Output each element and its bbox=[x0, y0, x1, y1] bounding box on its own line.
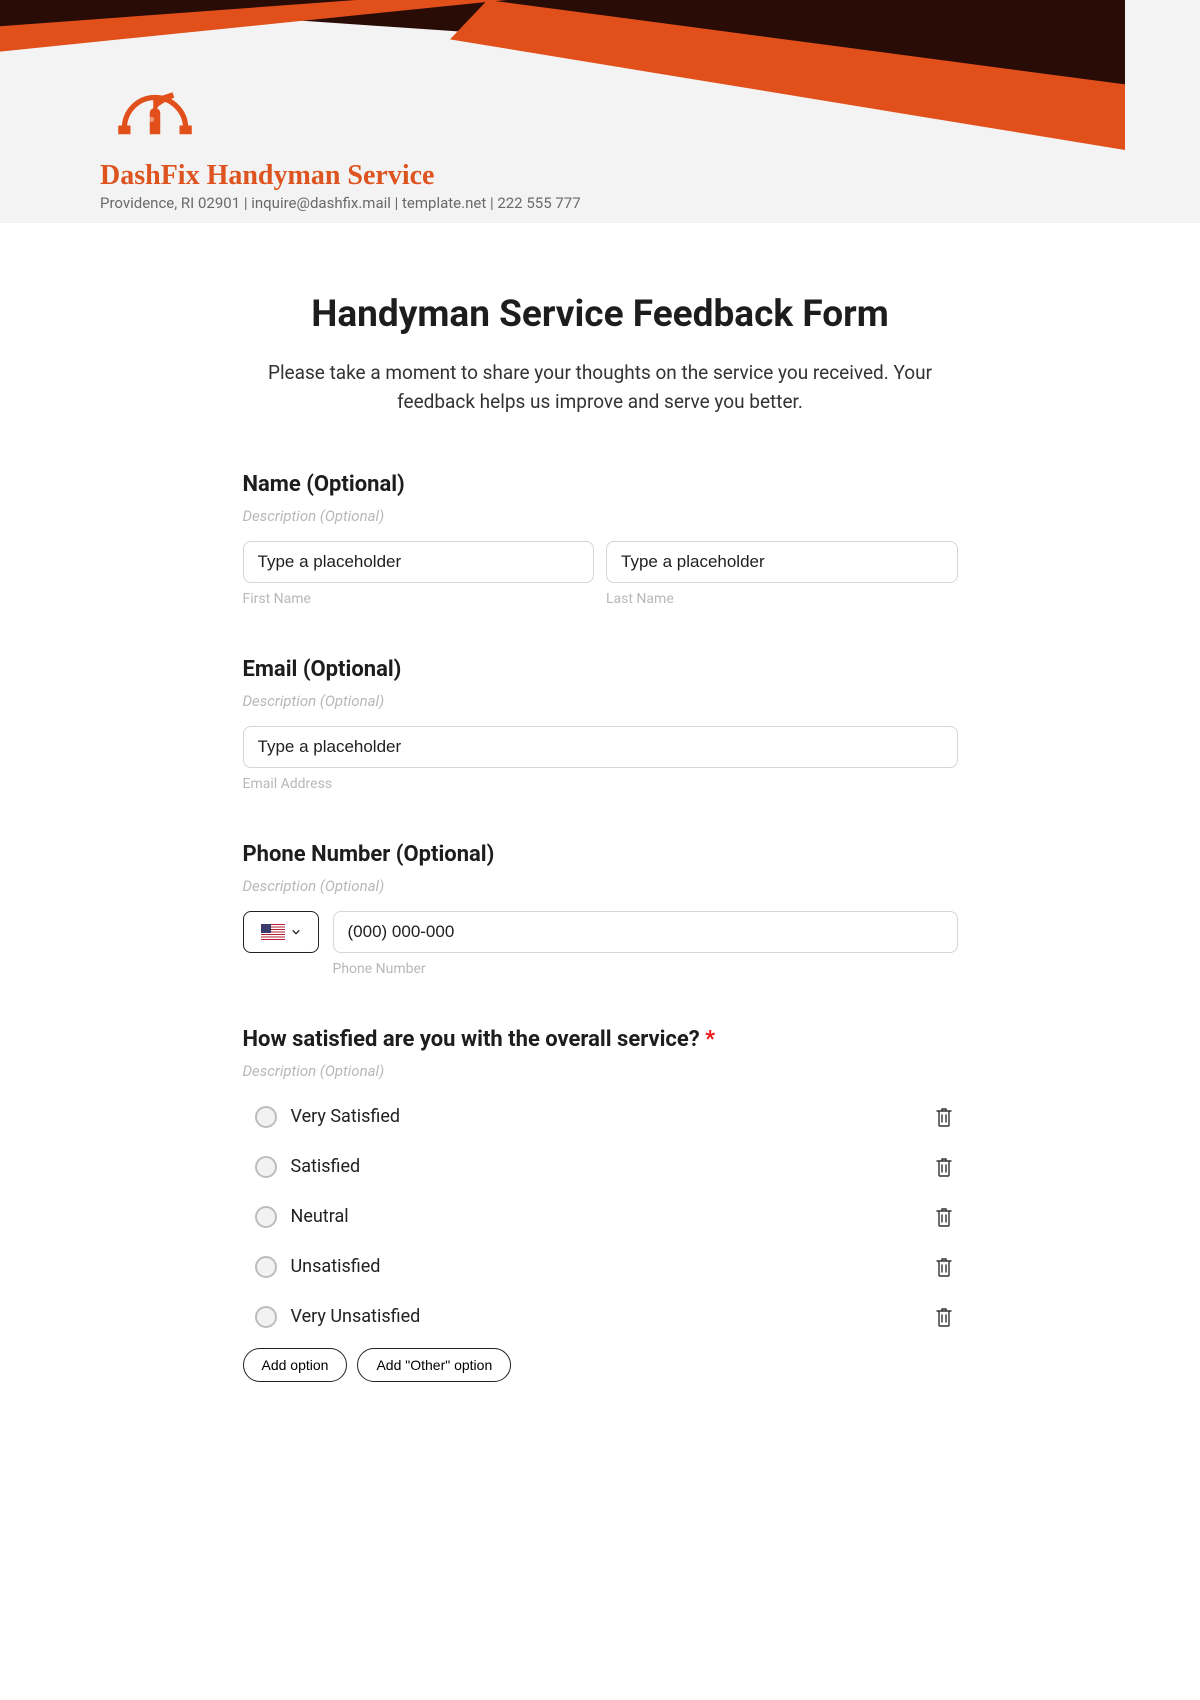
trash-icon[interactable] bbox=[934, 1306, 954, 1328]
us-flag-icon bbox=[261, 924, 285, 940]
radio-satisfied[interactable] bbox=[255, 1156, 277, 1178]
email-sublabel: Email Address bbox=[243, 776, 958, 792]
option-row: Very Satisfied bbox=[243, 1096, 958, 1138]
first-name-sublabel: First Name bbox=[243, 591, 595, 607]
first-name-input[interactable] bbox=[243, 541, 595, 583]
option-label[interactable]: Very Satisfied bbox=[291, 1106, 934, 1127]
satisfaction-label: How satisfied are you with the overall s… bbox=[243, 1027, 958, 1052]
last-name-sublabel: Last Name bbox=[606, 591, 958, 607]
email-input[interactable] bbox=[243, 726, 958, 768]
last-name-input[interactable] bbox=[606, 541, 958, 583]
field-satisfaction: How satisfied are you with the overall s… bbox=[243, 1027, 958, 1382]
name-label: Name (Optional) bbox=[243, 472, 958, 497]
chevron-down-icon bbox=[291, 927, 301, 937]
option-label[interactable]: Neutral bbox=[291, 1206, 934, 1227]
radio-unsatisfied[interactable] bbox=[255, 1256, 277, 1278]
trash-icon[interactable] bbox=[934, 1106, 954, 1128]
phone-sublabel: Phone Number bbox=[333, 961, 958, 977]
email-label: Email (Optional) bbox=[243, 657, 958, 682]
email-desc: Description (Optional) bbox=[243, 692, 958, 710]
brand-logo bbox=[110, 80, 200, 150]
phone-input[interactable] bbox=[333, 911, 958, 953]
radio-neutral[interactable] bbox=[255, 1206, 277, 1228]
field-email: Email (Optional) Description (Optional) … bbox=[243, 657, 958, 792]
option-row: Neutral bbox=[243, 1196, 958, 1238]
trash-icon[interactable] bbox=[934, 1206, 954, 1228]
option-label[interactable]: Satisfied bbox=[291, 1156, 934, 1177]
option-label[interactable]: Unsatisfied bbox=[291, 1256, 934, 1277]
country-code-select[interactable] bbox=[243, 911, 319, 953]
phone-label: Phone Number (Optional) bbox=[243, 842, 958, 867]
option-label[interactable]: Very Unsatisfied bbox=[291, 1306, 934, 1327]
option-row: Unsatisfied bbox=[243, 1246, 958, 1288]
brand-name: DashFix Handyman Service bbox=[100, 160, 581, 192]
trash-icon[interactable] bbox=[934, 1256, 954, 1278]
phone-desc: Description (Optional) bbox=[243, 877, 958, 895]
required-mark: * bbox=[705, 1027, 715, 1052]
add-other-option-button[interactable]: Add "Other" option bbox=[357, 1348, 511, 1382]
add-option-button[interactable]: Add option bbox=[243, 1348, 348, 1382]
form-title: Handyman Service Feedback Form bbox=[243, 293, 958, 336]
brand-subline: Providence, RI 02901 | inquire@dashfix.m… bbox=[100, 194, 581, 212]
header-banner: DashFix Handyman Service Providence, RI … bbox=[0, 0, 1200, 223]
option-row: Very Unsatisfied bbox=[243, 1296, 958, 1338]
form-intro: Please take a moment to share your thoug… bbox=[243, 358, 958, 417]
trash-icon[interactable] bbox=[934, 1156, 954, 1178]
field-phone: Phone Number (Optional) Description (Opt… bbox=[243, 842, 958, 977]
radio-very-unsatisfied[interactable] bbox=[255, 1306, 277, 1328]
name-desc: Description (Optional) bbox=[243, 507, 958, 525]
radio-very-satisfied[interactable] bbox=[255, 1106, 277, 1128]
satisfaction-desc: Description (Optional) bbox=[243, 1062, 958, 1080]
option-row: Satisfied bbox=[243, 1146, 958, 1188]
field-name: Name (Optional) Description (Optional) F… bbox=[243, 472, 958, 607]
